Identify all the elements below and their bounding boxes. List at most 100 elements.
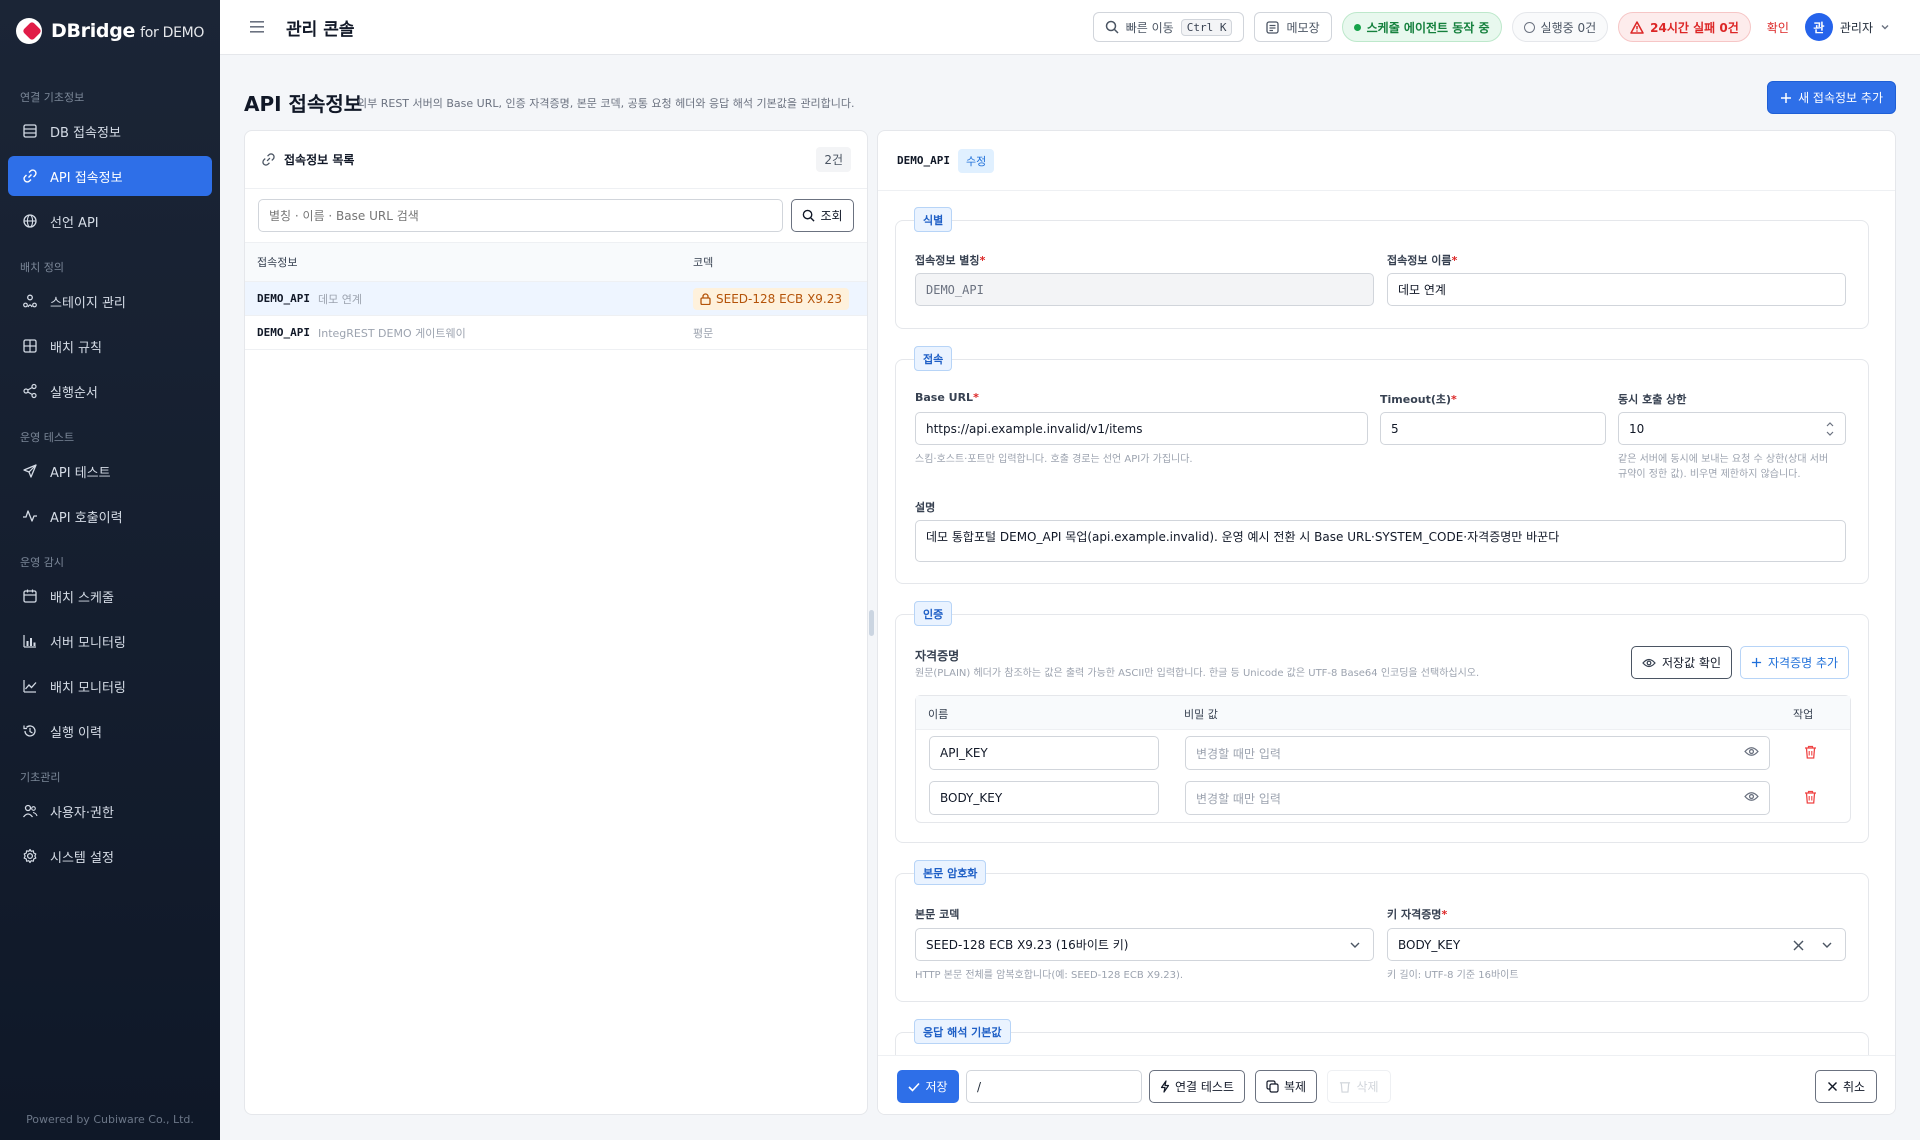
- sidebar-item-2-1[interactable]: API 호출이력: [8, 496, 212, 536]
- sidebar-item-4-0[interactable]: 사용자·권한: [8, 791, 212, 831]
- concurrency-label: 동시 호출 상한: [1618, 393, 1687, 406]
- column-codec: 코덱: [693, 256, 714, 269]
- sidebar-item-0-1[interactable]: API 접속정보: [8, 156, 212, 196]
- stepper-icon[interactable]: [1825, 419, 1835, 439]
- console-title: 관리 콘솔: [286, 19, 355, 40]
- base-url-hint: 스킴·호스트·포트만 입력합니다. 호출 경로는 선언 API가 가집니다.: [915, 454, 1193, 465]
- connection-test-button[interactable]: 연결 테스트: [1149, 1070, 1246, 1103]
- sidebar-item-label: 배치 스케줄: [50, 590, 114, 606]
- sidebar-item-3-3[interactable]: 실행 이력: [8, 711, 212, 751]
- alias-field[interactable]: DEMO_API: [915, 273, 1374, 306]
- test-path-input[interactable]: /: [966, 1070, 1142, 1103]
- description-field[interactable]: 데모 통합포털 DEMO_API 목업(api.example.invalid)…: [915, 520, 1846, 562]
- connection-search-input[interactable]: [258, 199, 783, 232]
- table-row[interactable]: DEMO_API IntegREST DEMO 게이트웨이 평문: [245, 316, 867, 350]
- sidebar-item-3-1[interactable]: 서버 모니터링: [8, 621, 212, 661]
- add-connection-button[interactable]: 새 접속정보 추가: [1767, 81, 1896, 114]
- add-credential-button[interactable]: 자격증명 추가: [1740, 646, 1850, 679]
- running-ring-icon: [1523, 21, 1535, 33]
- delete-button[interactable]: 삭제: [1327, 1070, 1391, 1103]
- concurrency-hint: 같은 서버에 동시에 보내는 요청 수 상한(상대 서버 규약이 정한 값). 비…: [1618, 454, 1829, 480]
- eye-icon[interactable]: [1744, 746, 1759, 757]
- search-button[interactable]: 조회: [791, 199, 854, 232]
- timeout-label: Timeout(초)*: [1380, 393, 1457, 406]
- sidebar-nav: 연결 기초정보 DB 접속정보 API 접속정보 선언 API 배치 정의 스테이지 관리…: [0, 89, 220, 876]
- connection-detail-panel: DEMO_API 수정 식별 접속정보 별칭* DEMO_API 접속정보 이름…: [877, 130, 1896, 1115]
- link-icon: [22, 168, 38, 184]
- panel-resize-handle[interactable]: [869, 610, 874, 636]
- failure-confirm-link[interactable]: 확인: [1767, 19, 1789, 36]
- user-menu[interactable]: 관 관리자: [1804, 13, 1890, 41]
- credential-secret-field[interactable]: 변경할 때만 입력: [1185, 781, 1770, 815]
- cancel-button[interactable]: 취소: [1815, 1070, 1877, 1103]
- sidebar-item-3-2[interactable]: 배치 모니터링: [8, 666, 212, 706]
- menu-toggle-icon[interactable]: [248, 17, 268, 37]
- codec-select[interactable]: SEED-128 ECB X9.23 (16바이트 키): [915, 928, 1374, 961]
- save-button[interactable]: 저장: [897, 1070, 959, 1103]
- share-icon: [22, 383, 38, 399]
- eye-icon: [1642, 658, 1656, 667]
- sidebar-item-0-0[interactable]: DB 접속정보: [8, 111, 212, 151]
- powered-by: Powered by Cubiware Co., Ltd.: [26, 1113, 194, 1126]
- failure-count-badge[interactable]: 24시간 실패 0건: [1618, 12, 1751, 42]
- sidebar-item-1-0[interactable]: 스테이지 관리: [8, 281, 212, 321]
- link-icon: [262, 153, 275, 166]
- quick-jump-button[interactable]: 빠른 이동 Ctrl K: [1092, 12, 1245, 42]
- table-row[interactable]: DEMO_API 데모 연계 SEED-128 ECB X9.23: [245, 282, 867, 316]
- chevron-down-icon: [1822, 942, 1832, 948]
- sidebar-item-label: API 접속정보: [50, 170, 123, 186]
- trash-icon: [1340, 1082, 1351, 1093]
- timeout-field[interactable]: 5: [1380, 412, 1606, 445]
- running-count-badge[interactable]: 실행중 0건: [1511, 12, 1609, 42]
- page-subtitle: 외부 REST 서버의 Base URL, 인증 자격증명, 본문 코덱, 공통…: [357, 97, 855, 110]
- body-encryption-section: 본문 암호화 본문 코덱 SEED-128 ECB X9.23 (16바이트 키…: [895, 860, 1869, 1002]
- credential-name-field[interactable]: API_KEY: [929, 736, 1159, 770]
- stage-icon: [22, 293, 38, 309]
- eye-icon[interactable]: [1744, 791, 1759, 802]
- gear-icon: [22, 848, 38, 864]
- sidebar-item-1-2[interactable]: 실행순서: [8, 371, 212, 411]
- nav-section-title: 배치 정의: [20, 261, 64, 274]
- sidebar-item-0-2[interactable]: 선언 API: [8, 201, 212, 241]
- codec-plain-label: 평문: [693, 326, 714, 340]
- response-section-tag: 응답 해석 기본값: [914, 1019, 1011, 1044]
- description-label: 설명: [915, 501, 936, 514]
- sidebar-item-label: 배치 규칙: [50, 340, 102, 356]
- scheduler-status-badge[interactable]: 스케줄 에이전트 동작 중: [1341, 12, 1502, 42]
- base-url-field[interactable]: https://api.example.invalid/v1/items: [915, 412, 1368, 445]
- status-dot-icon: [1353, 23, 1361, 31]
- running-count-label: 실행중 0건: [1540, 20, 1597, 35]
- credential-secret-field[interactable]: 변경할 때만 입력: [1185, 736, 1770, 770]
- sidebar-item-1-1[interactable]: 배치 규칙: [8, 326, 212, 366]
- brand-logo[interactable]: DBridge for DEMO: [0, 0, 220, 62]
- table-header: 접속정보 코덱: [245, 243, 867, 282]
- credential-name-field[interactable]: BODY_KEY: [929, 781, 1159, 815]
- duplicate-button[interactable]: 복제: [1255, 1070, 1318, 1103]
- check-stored-button[interactable]: 저장값 확인: [1631, 646, 1733, 679]
- memo-button[interactable]: 메모장: [1254, 12, 1332, 42]
- user-name: 관리자: [1839, 20, 1873, 35]
- delete-credential-icon[interactable]: [1804, 790, 1817, 804]
- nav-section-title: 운영 감시: [20, 556, 64, 569]
- shortcut-hint: Ctrl K: [1180, 18, 1233, 36]
- clear-icon[interactable]: [1792, 939, 1805, 952]
- delete-credential-icon[interactable]: [1804, 745, 1817, 759]
- row-name: IntegREST DEMO 게이트웨이: [317, 326, 466, 340]
- codec-badge: SEED-128 ECB X9.23: [693, 287, 850, 310]
- quick-jump-label: 빠른 이동: [1125, 20, 1174, 35]
- row-alias: DEMO_API: [257, 292, 310, 305]
- concurrency-field[interactable]: 10: [1618, 412, 1846, 445]
- key-credential-select[interactable]: BODY_KEY: [1387, 928, 1846, 961]
- key-credential-label: 키 자격증명*: [1387, 908, 1448, 921]
- connection-list-panel: 접속정보 목록 2건 조회 접속정보 코덱 DEMO_API 데모 연계 SEED…: [244, 130, 868, 1115]
- sidebar-item-3-0[interactable]: 배치 스케줄: [8, 576, 212, 616]
- codec-hint: HTTP 본문 전체를 암복호합니다(예: SEED-128 ECB X9.23…: [915, 970, 1184, 981]
- scheduler-status-label: 스케줄 에이전트 동작 중: [1366, 20, 1490, 35]
- sidebar-item-2-0[interactable]: API 테스트: [8, 451, 212, 491]
- name-field[interactable]: 데모 연계: [1387, 273, 1846, 306]
- sidebar-item-4-1[interactable]: 시스템 설정: [8, 836, 212, 876]
- key-credential-hint: 키 길이: UTF-8 기준 16바이트: [1387, 970, 1519, 981]
- brand-name: DBridge for DEMO: [51, 20, 205, 42]
- chevron-down-icon: [1881, 25, 1889, 30]
- bar-chart-icon: [22, 633, 38, 649]
